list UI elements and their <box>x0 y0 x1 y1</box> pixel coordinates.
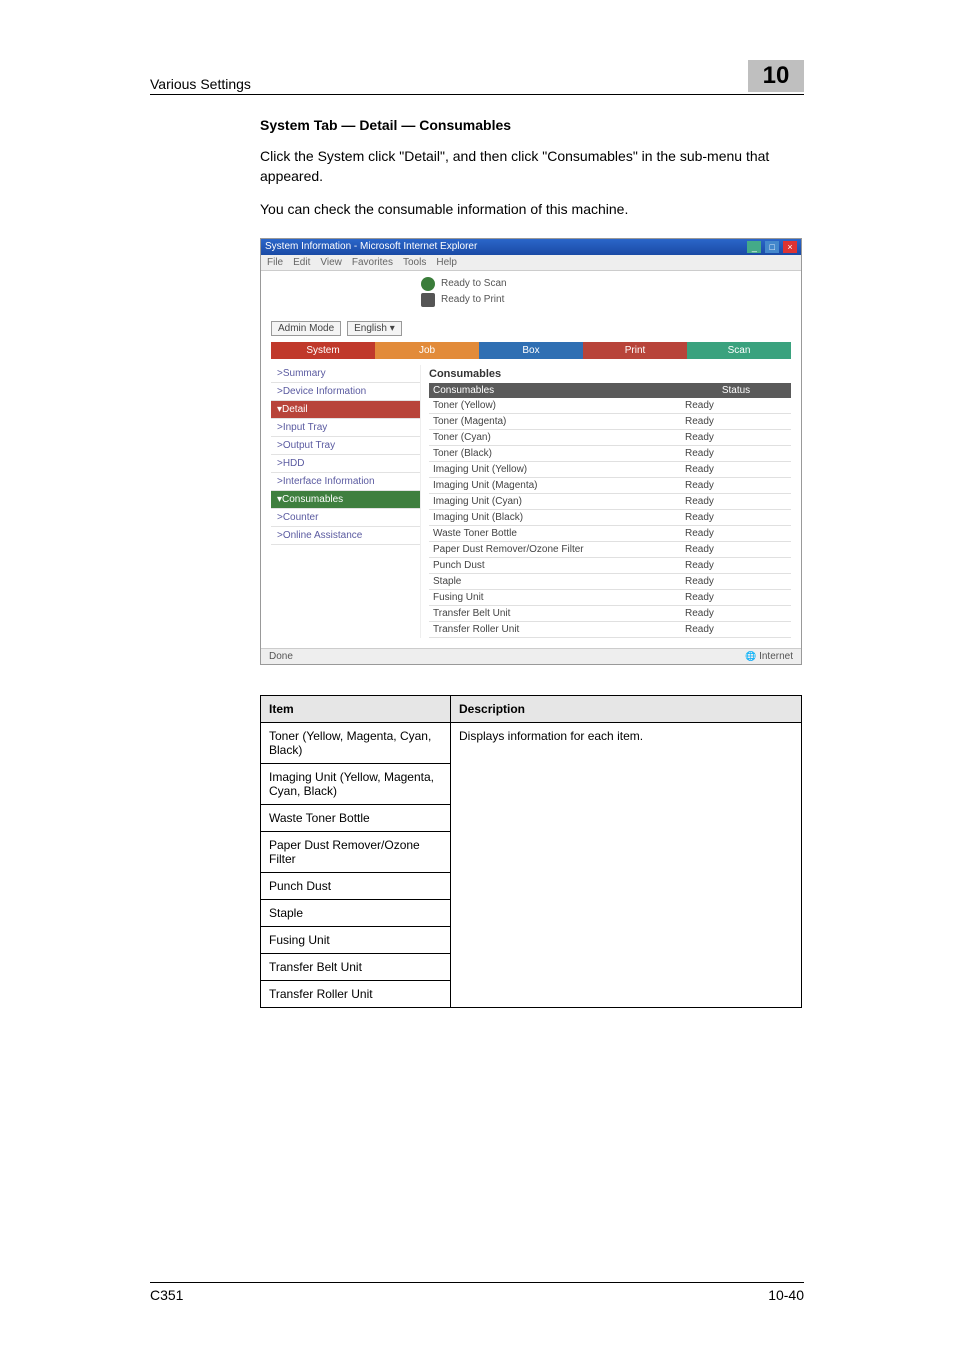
status-scan-text: Ready to Scan <box>441 278 507 289</box>
tab-job[interactable]: Job <box>375 342 479 359</box>
sidebar-item-output-tray[interactable]: >Output Tray <box>271 437 420 455</box>
browser-menubar: File Edit View Favorites Tools Help <box>261 255 801 271</box>
desc-item-waste: Waste Toner Bottle <box>261 804 451 831</box>
status-cell: Ready <box>681 493 791 509</box>
menu-help[interactable]: Help <box>436 257 457 268</box>
row-fusing-unit: Fusing Unit <box>429 589 681 605</box>
menu-edit[interactable]: Edit <box>293 257 310 268</box>
status-cell: Ready <box>681 445 791 461</box>
row-transfer-belt: Transfer Belt Unit <box>429 605 681 621</box>
status-cell: Ready <box>681 413 791 429</box>
status-print: Ready to Print <box>421 293 791 307</box>
close-icon[interactable]: × <box>783 241 797 253</box>
row-toner-magenta: Toner (Magenta) <box>429 413 681 429</box>
desc-item-roller: Transfer Roller Unit <box>261 980 451 1007</box>
paragraph-1: Click the System click "Detail", and the… <box>260 147 804 186</box>
admin-mode-button[interactable]: Admin Mode <box>271 321 341 336</box>
consumables-table: Consumables Status Toner (Yellow)Ready T… <box>429 383 791 638</box>
section-title: System Tab — Detail — Consumables <box>260 117 804 133</box>
sidebar-item-device-info[interactable]: >Device Information <box>271 383 420 401</box>
status-cell: Ready <box>681 589 791 605</box>
footer-page-number: 10-40 <box>768 1287 804 1303</box>
row-toner-yellow: Toner (Yellow) <box>429 398 681 414</box>
browser-statusbar: Done Internet <box>261 648 801 664</box>
menu-file[interactable]: File <box>267 257 283 268</box>
row-iu-magenta: Imaging Unit (Magenta) <box>429 477 681 493</box>
maximize-icon[interactable]: □ <box>765 241 779 253</box>
paragraph-2: You can check the consumable information… <box>260 200 804 220</box>
description-table: Item Description Toner (Yellow, Magenta,… <box>260 695 802 1008</box>
scan-ready-icon <box>421 277 435 291</box>
desc-item-staple: Staple <box>261 899 451 926</box>
status-cell: Ready <box>681 605 791 621</box>
status-scan: Ready to Scan <box>421 277 791 291</box>
sidebar-item-consumables[interactable]: ▾Consumables <box>271 491 420 509</box>
footer-model: C351 <box>150 1287 183 1303</box>
header-section-title: Various Settings <box>150 76 251 92</box>
sidebar-item-input-tray[interactable]: >Input Tray <box>271 419 420 437</box>
main-panel: Consumables Consumables Status Toner (Ye… <box>421 365 791 638</box>
tab-scan[interactable]: Scan <box>687 342 791 359</box>
printer-icon <box>421 293 435 307</box>
row-iu-cyan: Imaging Unit (Cyan) <box>429 493 681 509</box>
sidebar: >Summary >Device Information ▾Detail >In… <box>271 365 421 638</box>
status-cell: Ready <box>681 509 791 525</box>
status-cell: Ready <box>681 573 791 589</box>
window-titlebar: System Information - Microsoft Internet … <box>261 239 801 255</box>
desc-item-fusing: Fusing Unit <box>261 926 451 953</box>
menu-view[interactable]: View <box>320 257 342 268</box>
tab-print[interactable]: Print <box>583 342 687 359</box>
sidebar-item-online-assist[interactable]: >Online Assistance <box>271 527 420 545</box>
col-status: Status <box>681 383 791 398</box>
row-toner-black: Toner (Black) <box>429 445 681 461</box>
page-footer: C351 10-40 <box>150 1282 804 1303</box>
tab-box[interactable]: Box <box>479 342 583 359</box>
status-cell: Ready <box>681 621 791 637</box>
status-done: Done <box>269 651 293 662</box>
tab-row: System Job Box Print Scan <box>271 342 791 359</box>
row-iu-black: Imaging Unit (Black) <box>429 509 681 525</box>
window-title: System Information - Microsoft Internet … <box>265 241 477 252</box>
row-waste-toner: Waste Toner Bottle <box>429 525 681 541</box>
page-header: Various Settings 10 <box>150 60 804 95</box>
row-paper-dust: Paper Dust Remover/Ozone Filter <box>429 541 681 557</box>
status-cell: Ready <box>681 461 791 477</box>
sidebar-item-hdd[interactable]: >HDD <box>271 455 420 473</box>
desc-item-imaging: Imaging Unit (Yellow, Magenta, Cyan, Bla… <box>261 763 451 804</box>
status-cell: Ready <box>681 429 791 445</box>
sidebar-item-detail[interactable]: ▾Detail <box>271 401 420 419</box>
panel-heading: Consumables <box>429 365 791 383</box>
header-chapter-number: 10 <box>748 60 804 92</box>
col-consumables: Consumables <box>429 383 681 398</box>
desc-item-belt: Transfer Belt Unit <box>261 953 451 980</box>
row-staple: Staple <box>429 573 681 589</box>
sidebar-item-interface-info[interactable]: >Interface Information <box>271 473 420 491</box>
status-print-text: Ready to Print <box>441 294 504 305</box>
language-select[interactable]: English ▾ <box>347 321 402 336</box>
row-iu-yellow: Imaging Unit (Yellow) <box>429 461 681 477</box>
tab-system[interactable]: System <box>271 342 375 359</box>
desc-item-punch-dust: Punch Dust <box>261 872 451 899</box>
status-cell: Ready <box>681 525 791 541</box>
desc-description-text: Displays information for each item. <box>451 722 802 1007</box>
sidebar-item-summary[interactable]: >Summary <box>271 365 420 383</box>
desc-header-description: Description <box>451 695 802 722</box>
minimize-icon[interactable]: _ <box>747 241 761 253</box>
row-transfer-roller: Transfer Roller Unit <box>429 621 681 637</box>
desc-item-toner: Toner (Yellow, Magenta, Cyan, Black) <box>261 722 451 763</box>
row-toner-cyan: Toner (Cyan) <box>429 429 681 445</box>
status-cell: Ready <box>681 541 791 557</box>
status-zone: Internet <box>745 651 793 662</box>
menu-tools[interactable]: Tools <box>403 257 426 268</box>
status-cell: Ready <box>681 477 791 493</box>
status-cell: Ready <box>681 557 791 573</box>
desc-item-paper-dust: Paper Dust Remover/Ozone Filter <box>261 831 451 872</box>
embedded-screenshot: System Information - Microsoft Internet … <box>260 238 802 665</box>
menu-favorites[interactable]: Favorites <box>352 257 393 268</box>
desc-header-item: Item <box>261 695 451 722</box>
sidebar-item-counter[interactable]: >Counter <box>271 509 420 527</box>
window-buttons: _ □ × <box>746 241 797 253</box>
row-punch-dust: Punch Dust <box>429 557 681 573</box>
status-cell: Ready <box>681 398 791 414</box>
